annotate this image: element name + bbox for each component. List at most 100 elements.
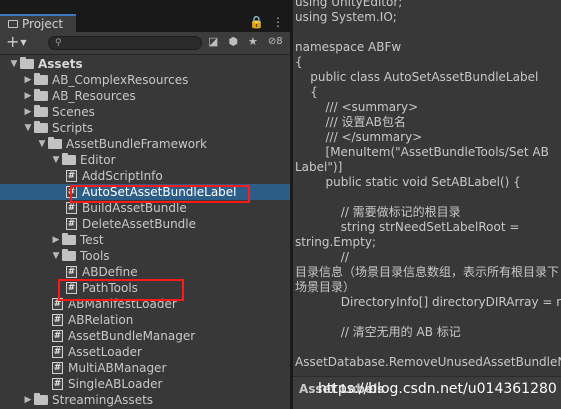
csharp-script-icon: # xyxy=(52,330,63,342)
collapsed-arrow-icon[interactable]: ▶ xyxy=(22,107,34,117)
folder-row[interactable]: ▼ AssetBundleFramework xyxy=(0,136,290,152)
search-field[interactable]: ⚲ xyxy=(48,36,202,50)
tree-item-label: AddScriptInfo xyxy=(82,169,163,183)
folder-icon xyxy=(20,57,34,69)
folder-icon xyxy=(34,393,48,405)
tree-item-label: Scenes xyxy=(52,105,95,119)
favorite-icon[interactable]: ★ xyxy=(248,35,258,48)
tree-item-label: Tools xyxy=(80,249,110,263)
tree-item-label: Editor xyxy=(80,153,116,167)
folder-row[interactable]: ▼ Scripts xyxy=(0,120,290,136)
folder-icon xyxy=(34,121,48,133)
code-preview-panel: using UnityEditor; using System.IO; namesp… xyxy=(293,0,561,409)
folder-row[interactable]: ▶ AB_ComplexResources xyxy=(0,72,290,88)
folder-icon xyxy=(34,73,48,85)
script-row[interactable]: # AssetBundleManager xyxy=(0,328,290,344)
code-line: { xyxy=(295,85,318,99)
code-line: string.Empty; xyxy=(295,235,376,249)
expanded-arrow-icon[interactable]: ▼ xyxy=(36,139,48,149)
folder-icon xyxy=(48,137,62,149)
tree-item-label: StreamingAssets xyxy=(52,393,154,407)
csharp-script-icon: # xyxy=(66,266,77,278)
search-input[interactable] xyxy=(65,37,195,49)
hidden-packages-toggle[interactable]: ⊘8 xyxy=(268,36,283,47)
script-row[interactable]: # DeleteAssetBundle xyxy=(0,216,290,232)
folder-row[interactable]: ▼ Tools xyxy=(0,248,290,264)
tree-item-label: Assets xyxy=(38,57,83,71)
script-row[interactable]: # ABRelation xyxy=(0,312,290,328)
script-row[interactable]: # AddScriptInfo xyxy=(0,168,290,184)
highlight-box-autoset xyxy=(70,185,250,203)
code-line: public static void SetABLabel() { xyxy=(295,175,521,189)
code-line: { xyxy=(295,55,303,69)
tree-item-label: MultiABManager xyxy=(68,361,167,375)
collapsed-arrow-icon[interactable]: ▶ xyxy=(22,75,34,85)
folder-row[interactable]: ▶ StreamingAssets xyxy=(0,392,290,408)
filter-by-type-icon[interactable]: ◪ xyxy=(208,35,218,48)
code-line: /// </summary> xyxy=(295,130,423,144)
code-line: /// 设置AB包名 xyxy=(295,115,406,129)
tree-item-label: Test xyxy=(80,233,104,247)
create-button[interactable]: +▼ xyxy=(6,34,27,51)
collapsed-arrow-icon[interactable]: ▶ xyxy=(50,235,62,245)
code-line: using System.IO; xyxy=(295,10,397,24)
code-line: // xyxy=(295,250,349,264)
collapsed-arrow-icon[interactable]: ▶ xyxy=(22,91,34,101)
folder-row[interactable]: ▶ Scenes xyxy=(0,104,290,120)
folder-row[interactable]: ▶ Test xyxy=(0,232,290,248)
script-row[interactable]: # SingleABLoader xyxy=(0,376,290,392)
folder-icon xyxy=(34,105,48,117)
highlight-box-pathtools xyxy=(58,279,184,301)
hidden-count: 8 xyxy=(276,36,283,47)
folder-icon xyxy=(34,89,48,101)
script-row[interactable]: # ABDefine xyxy=(0,264,290,280)
code-line: 目录信息（场景目录信息数组，表示所有根目录下 xyxy=(295,265,560,279)
tree-item-label: ABDefine xyxy=(82,265,138,279)
tab-bar: Project 🔒 ⋮ xyxy=(0,0,290,32)
csharp-script-icon: # xyxy=(52,346,63,358)
expanded-arrow-icon[interactable]: ▼ xyxy=(50,155,62,165)
folder-row[interactable]: ▼ Assets xyxy=(0,56,290,72)
tree-item-label: DeleteAssetBundle xyxy=(82,217,197,231)
code-line: [MenuItem("AssetBundleTools/Set AB xyxy=(295,145,549,159)
folder-tab-icon xyxy=(8,20,18,28)
folder-row[interactable]: ▶ AB_Resources xyxy=(0,88,290,104)
chevron-down-icon: ▼ xyxy=(20,37,27,47)
expanded-arrow-icon[interactable]: ▼ xyxy=(22,123,34,133)
project-panel: Project 🔒 ⋮ +▼ ⚲ ◪ ⬢ ★ ⊘8 ▼ Assets ▶ AB_Com… xyxy=(0,0,290,409)
code-line: using UnityEditor; xyxy=(295,0,403,9)
tab-tools: 🔒 ⋮ xyxy=(249,15,284,29)
toolbar-icons: ◪ ⬢ ★ ⊘8 xyxy=(208,35,283,48)
folder-row[interactable]: ▼ Editor xyxy=(0,152,290,168)
script-row[interactable]: # MultiABManager xyxy=(0,360,290,376)
lock-icon[interactable]: 🔒 xyxy=(249,15,264,29)
collapsed-arrow-icon[interactable]: ▶ xyxy=(22,395,34,405)
code-line: // 清空无用的 AB 标记 xyxy=(295,325,461,339)
csharp-script-icon: # xyxy=(66,218,77,230)
code-line: 场景目录） xyxy=(295,280,356,294)
create-label: + xyxy=(6,32,20,51)
more-menu-icon[interactable]: ⋮ xyxy=(272,15,284,29)
code-line: /// <summary> xyxy=(295,100,419,114)
tree-item-label: SingleABLoader xyxy=(68,377,163,391)
folder-icon xyxy=(62,153,76,165)
code-line: namespace ABFw xyxy=(295,40,402,54)
tree-item-label: AB_ComplexResources xyxy=(52,73,189,87)
code-line: string strNeedSetLabelRoot = xyxy=(295,220,520,234)
csharp-script-icon: # xyxy=(66,202,77,214)
search-icon: ⚲ xyxy=(55,38,62,48)
csharp-script-icon: # xyxy=(52,314,63,326)
tree-item-label: ABRelation xyxy=(68,313,134,327)
tab-project-label: Project xyxy=(22,17,64,31)
watermark: https://blog.csdn.net/u014361280 xyxy=(318,381,557,397)
expanded-arrow-icon[interactable]: ▼ xyxy=(8,59,20,69)
folder-icon xyxy=(62,233,76,245)
tree-item-label: AssetBundleManager xyxy=(68,329,196,343)
script-row[interactable]: # AssetLoader xyxy=(0,344,290,360)
code-line: AssetDatabase.RemoveUnusedAssetBundleNam… xyxy=(295,355,561,369)
tab-project[interactable]: Project xyxy=(0,14,76,32)
filter-by-label-icon[interactable]: ⬢ xyxy=(228,35,238,48)
expanded-arrow-icon[interactable]: ▼ xyxy=(50,251,62,261)
code-line: public class AutoSetAssetBundleLabel xyxy=(295,70,539,84)
project-toolbar: +▼ ⚲ ◪ ⬢ ★ ⊘8 xyxy=(0,32,290,55)
